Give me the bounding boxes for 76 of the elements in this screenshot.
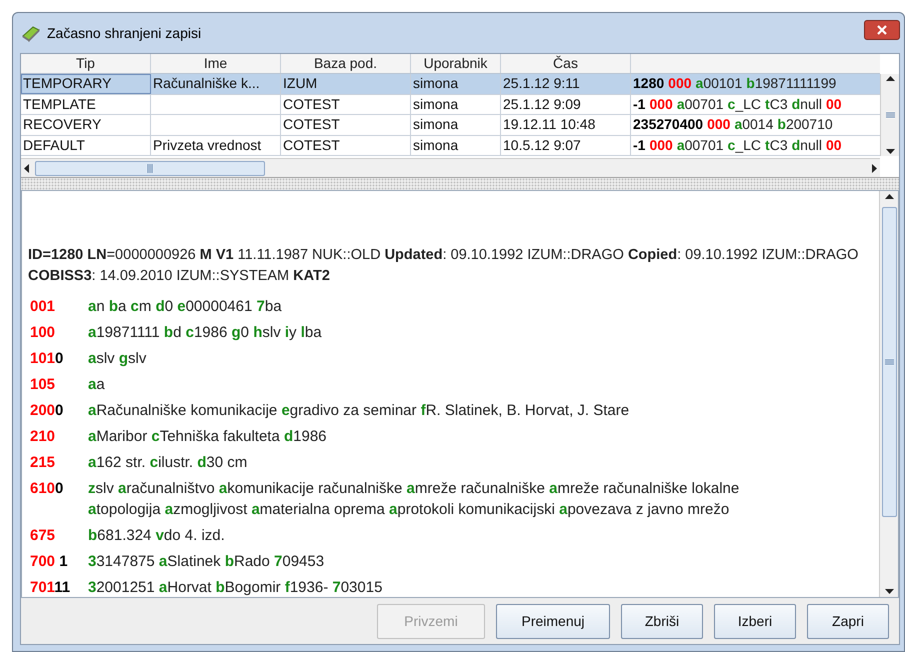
table-cell: IZUM [283,75,318,91]
down-arrow-icon [886,149,894,154]
field-tag: 70111 [28,576,88,597]
field-content: 33147875 aSlatinek bRado 709453 [88,552,326,572]
field-tag: 105 [28,374,88,394]
column-header[interactable]: Tip [21,54,151,73]
field-tag: 2000 [28,400,88,420]
field-tag: 215 [28,452,88,472]
dialog-button[interactable]: Izberi [714,604,796,638]
table-cell: COTEST [283,136,340,152]
field-tag: 6100 [28,478,88,520]
vertical-scrollbar[interactable] [879,191,898,597]
up-arrow-icon [884,194,894,199]
splitter[interactable] [21,178,899,190]
down-arrow-icon [884,589,894,594]
table-cell: TEMPLATE [23,96,96,112]
table-cell: Računalniške k... [153,75,260,91]
table-cell: simona [413,75,458,91]
field-content: aa [88,374,106,394]
table-cell: RECOVERY [23,116,102,132]
dialog-button[interactable]: Zbriši [621,604,703,638]
field-content: aslv gslv [88,348,148,368]
table-cell: Privzeta vrednost [153,136,262,152]
field-content: b681.324 vdo 4. izd. [88,526,226,546]
field-tag: 675 [28,524,88,546]
table-row[interactable]: RECOVERY COTEST simona 19.12.11 10:48 235270400 000 a0014 b200710 [21,115,880,136]
table-cell: DEFAULT [23,136,85,152]
record-preview: -1 000 a00701 c_LC tC3 dnull 00 [633,136,843,152]
table-cell: simona [413,116,458,132]
dialog-button[interactable]: Preimenuj [496,604,610,638]
field-content: an ba cm d0 e00000461 7ba [88,296,283,316]
close-icon [877,25,887,35]
field-content: aMaribor cTehniška fakulteta d1986 [88,426,328,446]
scroll-grip-icon [147,164,153,172]
column-header[interactable]: Ime [151,54,281,73]
window-title: Začasno shranjeni zapisi [47,24,202,43]
field-tag: 100 [28,322,88,342]
field-content: 32001251 aHorvat bBogomir f1936- 703015 [88,578,384,597]
field-tag: 210 [28,426,88,446]
table-cell: simona [413,136,458,152]
table-cell: 19.12.11 10:48 [503,116,596,132]
table-row[interactable]: DEFAULT Privzeta vrednost COTEST simona 10.5.12 9:07 -1 000 a00701 c_LC tC3 dnull 00 [21,136,880,156]
table-row[interactable]: TEMPLATE COTEST simona 25.1.12 9:09 -1 000 a00701 c_LC tC3 dnull 00 [21,94,880,115]
field-tag: 001 [28,296,88,316]
close-button[interactable] [864,20,900,40]
table-cell: COTEST [283,96,340,112]
table-cell: TEMPORARY [23,75,112,91]
column-header[interactable]: Čas [501,54,631,73]
scroll-grip-icon [884,359,894,365]
table-row[interactable]: TEMPORARY Računalniške k... IZUM simona 25.1.12 9:11 1280 000 a00101 b19871111199 [21,74,880,94]
table-cell: 25.1.12 9:11 [503,75,580,91]
left-arrow-icon [24,164,29,172]
vertical-scrollbar[interactable] [880,74,899,156]
horizontal-scrollbar[interactable] [21,158,880,177]
record-preview: 1280 000 a00101 b19871111199 [633,75,838,91]
record-preview: 235270400 000 a0014 b200710 [633,116,834,132]
record-header: ID=1280 LN=0000000926 M V1 11.11.1987 NUK::OLD Updated: 09.10.1992 IZUM::DRAGO Copied: 09.10.1992 IZUM::DRAGO COBISS3: 14.09.2010 IZUM::SYSTEAM KAT2 [28,246,860,286]
up-arrow-icon [886,76,894,81]
scroll-grip-icon [886,112,894,118]
column-header[interactable]: Baza pod. [281,54,411,73]
field-content: aRačunalniške komunikacije egradivo za seminar fR. Slatinek, B. Horvat, J. Stare [88,400,630,420]
dialog-button[interactable]: Zapri [807,604,889,638]
column-header[interactable]: Uporabnik [411,54,501,73]
record-preview: -1 000 a00701 c_LC tC3 dnull 00 [633,96,843,112]
field-tag: 700 1 [28,550,88,572]
field-content: a162 str. cilustr. d30 cm [88,452,248,472]
table-cell: 25.1.12 9:09 [503,96,581,112]
book-icon [21,24,41,42]
table-cell: simona [413,96,458,112]
table-cell: COTEST [283,116,340,132]
right-arrow-icon [872,164,877,172]
field-content: a19871111 bd c1986 g0 hslv iy lba [88,322,323,342]
field-tag: 1010 [28,348,88,368]
scroll-thumb[interactable] [882,207,896,517]
table-cell: 10.5.12 9:07 [503,136,581,152]
scroll-thumb[interactable] [35,160,265,176]
